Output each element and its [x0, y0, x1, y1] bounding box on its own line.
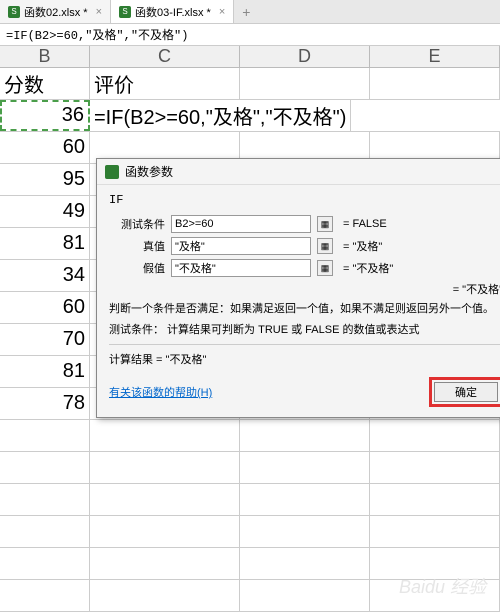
cell[interactable]	[90, 420, 240, 451]
cell-b2-editing[interactable]: 36	[0, 100, 90, 131]
param-row-true: 真值 ▦ = "及格"	[109, 237, 500, 255]
cell[interactable]	[240, 580, 370, 611]
cell[interactable]	[240, 548, 370, 579]
cell-c2-formula[interactable]: =IF(B2>=60,"及格","不及格")	[90, 100, 351, 131]
ok-button-highlight: 确定	[429, 377, 500, 407]
dialog-footer: 有关该函数的帮助(H) 确定	[109, 373, 500, 409]
formula-text: =IF(B2>=60,"及格","不及格")	[0, 26, 194, 43]
param-input-false[interactable]	[171, 259, 311, 277]
function-arguments-dialog: 函数参数 IF 测试条件 ▦ = FALSE 真值 ▦ = "及格" 假值 ▦ …	[96, 158, 500, 418]
range-select-icon[interactable]: ▦	[317, 260, 333, 276]
app-icon	[105, 165, 119, 179]
param-description: 测试条件： 计算结果可判断为 TRUE 或 FALSE 的数值或表达式	[109, 322, 500, 339]
close-icon[interactable]: ×	[96, 6, 102, 18]
table-row: 分数 评价	[0, 68, 500, 100]
param-row-false: 假值 ▦ = "不及格"	[109, 259, 500, 277]
table-row	[0, 420, 500, 452]
close-icon[interactable]: ×	[219, 6, 225, 18]
cell[interactable]	[370, 516, 500, 547]
cell[interactable]	[0, 420, 90, 451]
excel-icon: S	[8, 6, 20, 18]
param-input-condition[interactable]	[171, 215, 311, 233]
excel-icon: S	[119, 6, 131, 18]
table-row	[0, 516, 500, 548]
param-result: = "及格"	[343, 238, 382, 254]
table-row	[0, 452, 500, 484]
dialog-titlebar[interactable]: 函数参数	[97, 159, 500, 185]
column-headers: B C D E	[0, 46, 500, 68]
range-select-icon[interactable]: ▦	[317, 238, 333, 254]
cell[interactable]	[0, 452, 90, 483]
cell[interactable]	[0, 516, 90, 547]
cell[interactable]: 78	[0, 388, 90, 419]
cell[interactable]	[90, 580, 240, 611]
divider	[109, 344, 500, 345]
cell[interactable]	[90, 484, 240, 515]
tab-file-2[interactable]: S 函数03-IF.xlsx * ×	[111, 0, 234, 23]
cell[interactable]: 81	[0, 228, 90, 259]
cell[interactable]: 60	[0, 132, 90, 163]
param-result: = FALSE	[343, 218, 387, 230]
tab-file-1[interactable]: S 函数02.xlsx * ×	[0, 0, 111, 23]
add-tab-button[interactable]: +	[234, 0, 258, 23]
cell-b1[interactable]: 分数	[0, 68, 90, 99]
cell[interactable]	[0, 580, 90, 611]
param-label: 假值	[109, 260, 165, 276]
cell[interactable]: 81	[0, 356, 90, 387]
watermark: Baidu 经验	[399, 573, 486, 599]
range-select-icon[interactable]: ▦	[317, 216, 333, 232]
col-header-d[interactable]: D	[240, 46, 370, 67]
dialog-body: IF 测试条件 ▦ = FALSE 真值 ▦ = "及格" 假值 ▦ = "不及…	[97, 185, 500, 417]
table-row: 36 =IF(B2>=60,"及格","不及格")	[0, 100, 500, 132]
cell[interactable]	[370, 452, 500, 483]
cell[interactable]	[240, 420, 370, 451]
param-row-condition: 测试条件 ▦ = FALSE	[109, 215, 500, 233]
cell[interactable]: 49	[0, 196, 90, 227]
cell[interactable]	[90, 452, 240, 483]
param-label: 测试条件	[109, 216, 165, 232]
cell[interactable]	[240, 68, 370, 99]
cell[interactable]	[240, 516, 370, 547]
cell[interactable]	[90, 516, 240, 547]
calculation-result: 计算结果 = "不及格"	[109, 351, 500, 367]
cell[interactable]: 34	[0, 260, 90, 291]
dialog-title-text: 函数参数	[125, 163, 173, 180]
help-link[interactable]: 有关该函数的帮助(H)	[109, 384, 212, 400]
ok-button[interactable]: 确定	[434, 382, 498, 402]
cell[interactable]: 70	[0, 324, 90, 355]
function-name: IF	[109, 193, 500, 207]
cell[interactable]: 60	[0, 292, 90, 323]
param-input-true[interactable]	[171, 237, 311, 255]
preview-result: = "不及格"	[109, 281, 500, 297]
cell-c1[interactable]: 评价	[90, 68, 240, 99]
function-description: 判断一个条件是否满足：如果满足返回一个值，如果不满足则返回另外一个值。	[109, 301, 500, 318]
cell[interactable]	[370, 420, 500, 451]
cell[interactable]	[240, 484, 370, 515]
col-header-b[interactable]: B	[0, 46, 90, 67]
param-label: 真值	[109, 238, 165, 254]
cell[interactable]	[90, 548, 240, 579]
param-result: = "不及格"	[343, 260, 393, 276]
col-header-c[interactable]: C	[90, 46, 240, 67]
tab-label: 函数02.xlsx *	[24, 4, 88, 20]
cell[interactable]	[370, 68, 500, 99]
cell[interactable]	[0, 548, 90, 579]
cell[interactable]	[240, 452, 370, 483]
formula-bar[interactable]: =IF(B2>=60,"及格","不及格")	[0, 24, 500, 46]
cell[interactable]	[0, 484, 90, 515]
tab-label: 函数03-IF.xlsx *	[135, 4, 211, 20]
table-row	[0, 484, 500, 516]
cell[interactable]	[370, 484, 500, 515]
cell[interactable]: 95	[0, 164, 90, 195]
file-tabs: S 函数02.xlsx * × S 函数03-IF.xlsx * × +	[0, 0, 500, 24]
col-header-e[interactable]: E	[370, 46, 500, 67]
